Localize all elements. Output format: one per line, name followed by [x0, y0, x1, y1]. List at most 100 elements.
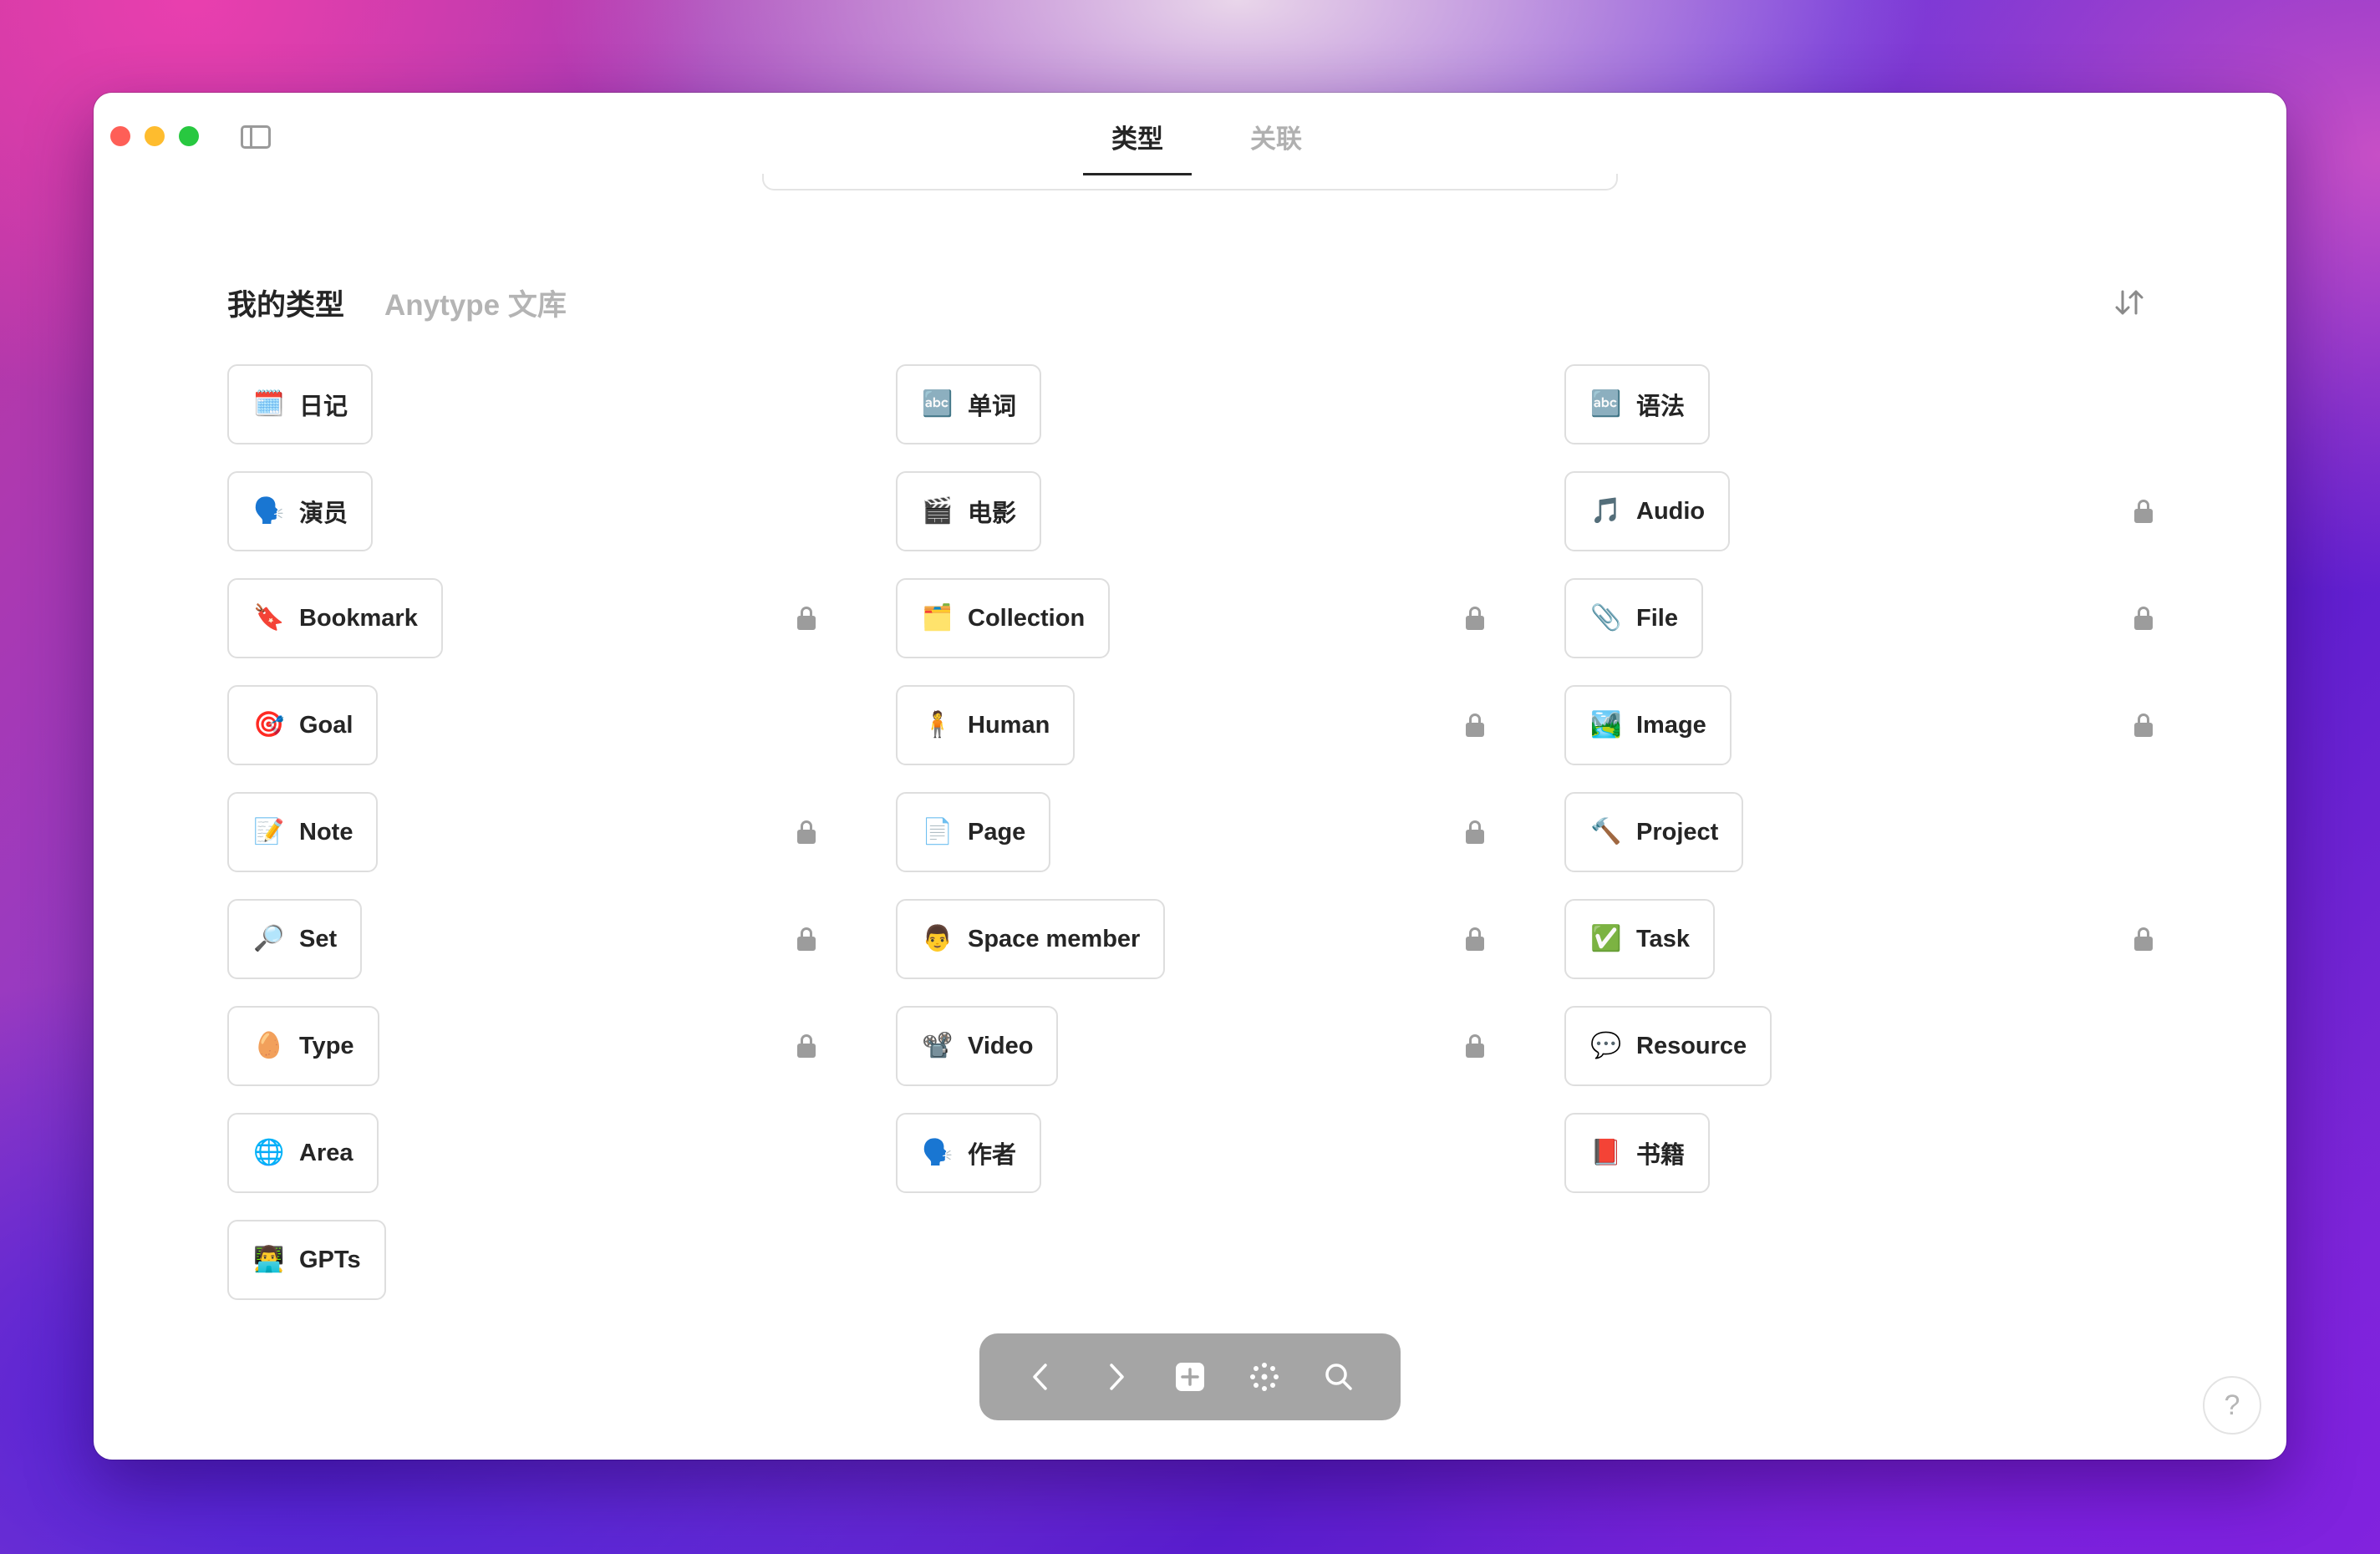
lock-body [2134, 616, 2153, 630]
type-label: Audio [1636, 497, 1706, 525]
type-chip[interactable]: 🗣️ 作者 [896, 1113, 1042, 1193]
lock-body [1466, 723, 1484, 737]
sort-icon[interactable] [2113, 288, 2146, 317]
lock-icon [797, 820, 816, 844]
top-tabs: 类型 关联 [1083, 118, 1330, 175]
lock-icon [1466, 927, 1484, 951]
sidebar-toggle-icon[interactable] [241, 125, 271, 149]
type-label: Resource [1636, 1032, 1747, 1059]
lock-icon [797, 927, 816, 951]
type-chip[interactable]: 🥚 Type [227, 1006, 379, 1086]
type-label: 单词 [968, 394, 1017, 420]
type-chip[interactable]: 💬 Resource [1564, 1006, 1772, 1086]
type-label: Project [1636, 818, 1719, 846]
zoom-window-button[interactable] [179, 126, 199, 146]
type-item: 🎬 电影 [896, 471, 1506, 551]
type-item: 🥚 Type [227, 1006, 837, 1086]
tab-relations[interactable]: 关联 [1222, 118, 1330, 175]
lock-icon [1466, 607, 1484, 630]
type-emoji-icon: 🗓️ [253, 390, 285, 418]
minimize-window-button[interactable] [145, 126, 165, 146]
lock-body [1466, 616, 1484, 630]
type-emoji-icon: 🗂️ [922, 604, 954, 632]
type-chip[interactable]: 🗓️ 日记 [227, 364, 374, 444]
help-button[interactable]: ? [2203, 1376, 2261, 1435]
type-item: 🏞️ Image [1564, 685, 2174, 765]
type-emoji-icon: 🔨 [1590, 818, 1622, 846]
lock-body [1466, 937, 1484, 951]
type-chip[interactable]: ✅ Task [1564, 899, 1715, 979]
type-label: Type [299, 1032, 354, 1059]
type-label: Image [1636, 711, 1706, 739]
forward-button[interactable] [1094, 1355, 1137, 1399]
tab-my-types[interactable]: 我的类型 [227, 282, 344, 324]
lock-body [797, 616, 816, 630]
type-chip[interactable]: 📄 Page [896, 792, 1051, 872]
create-object-button[interactable] [1168, 1355, 1212, 1399]
type-label: 书籍 [1636, 1142, 1686, 1169]
lock-icon [2134, 500, 2153, 523]
lock-body [1466, 830, 1484, 844]
type-item: 📎 File [1564, 578, 2174, 658]
type-item: 📽️ Video [896, 1006, 1506, 1086]
type-chip[interactable]: 🔤 语法 [1564, 364, 1711, 444]
type-chip[interactable]: 🔨 Project [1564, 792, 1744, 872]
type-label: 日记 [299, 394, 348, 420]
type-label: Page [968, 818, 1026, 846]
type-chip[interactable]: 🗣️ 演员 [227, 471, 374, 551]
lock-icon [2134, 927, 2153, 951]
type-emoji-icon: 🧍 [922, 711, 954, 739]
type-label: Area [299, 1139, 353, 1166]
type-chip[interactable]: 🔤 单词 [896, 364, 1042, 444]
type-chip[interactable]: 🎯 Goal [227, 685, 379, 765]
back-button[interactable] [1020, 1355, 1063, 1399]
type-item: 🗓️ 日记 [227, 364, 837, 444]
type-chip[interactable]: 📕 书籍 [1564, 1113, 1711, 1193]
type-chip[interactable]: 📝 Note [227, 792, 379, 872]
type-emoji-icon: 📽️ [922, 1032, 954, 1059]
type-emoji-icon: 🔖 [253, 604, 285, 632]
graph-button[interactable] [1243, 1355, 1286, 1399]
plus-icon [1175, 1363, 1204, 1391]
search-icon [1325, 1364, 1352, 1390]
type-chip[interactable]: 📽️ Video [896, 1006, 1059, 1086]
type-emoji-icon: 💬 [1590, 1032, 1622, 1059]
graph-icon [1249, 1363, 1279, 1391]
type-label: Goal [299, 711, 353, 739]
search-button[interactable] [1317, 1355, 1360, 1399]
type-chip[interactable]: 👨‍💻 GPTs [227, 1220, 386, 1300]
tab-anytype-library[interactable]: Anytype 文库 [384, 282, 567, 324]
type-label: Task [1636, 925, 1690, 952]
type-item: 🗣️ 作者 [896, 1113, 1506, 1193]
type-chip[interactable]: 🏞️ Image [1564, 685, 1732, 765]
type-emoji-icon: 🔤 [1590, 390, 1622, 418]
type-chip[interactable]: 🗂️ Collection [896, 578, 1111, 658]
type-emoji-icon: 📄 [922, 818, 954, 846]
type-item: 📝 Note [227, 792, 837, 872]
type-chip[interactable]: 🧍 Human [896, 685, 1076, 765]
type-chip[interactable]: 🎵 Audio [1564, 471, 1731, 551]
type-label: Set [299, 925, 338, 952]
type-label: Video [968, 1032, 1034, 1059]
type-label: Note [299, 818, 353, 846]
lock-body [797, 830, 816, 844]
lock-icon [1466, 1034, 1484, 1058]
type-emoji-icon: 🥚 [253, 1032, 285, 1059]
lock-body [2134, 937, 2153, 951]
type-chip[interactable]: 🎬 电影 [896, 471, 1042, 551]
type-emoji-icon: 🎬 [922, 497, 954, 525]
lock-body [797, 937, 816, 951]
type-chip[interactable]: 🌐 Area [227, 1113, 379, 1193]
type-emoji-icon: 🔎 [253, 925, 285, 952]
close-window-button[interactable] [110, 126, 130, 146]
type-chip[interactable]: 🔖 Bookmark [227, 578, 443, 658]
type-chip[interactable]: 📎 File [1564, 578, 1703, 658]
tab-types[interactable]: 类型 [1083, 118, 1192, 175]
forward-icon [1110, 1364, 1124, 1390]
type-item: 📕 书籍 [1564, 1113, 2174, 1193]
type-item: 🌐 Area [227, 1113, 837, 1193]
type-item: 🔤 单词 [896, 364, 1506, 444]
type-emoji-icon: 🎯 [253, 711, 285, 739]
type-chip[interactable]: 🔎 Set [227, 899, 363, 979]
type-chip[interactable]: 👨 Space member [896, 899, 1166, 979]
